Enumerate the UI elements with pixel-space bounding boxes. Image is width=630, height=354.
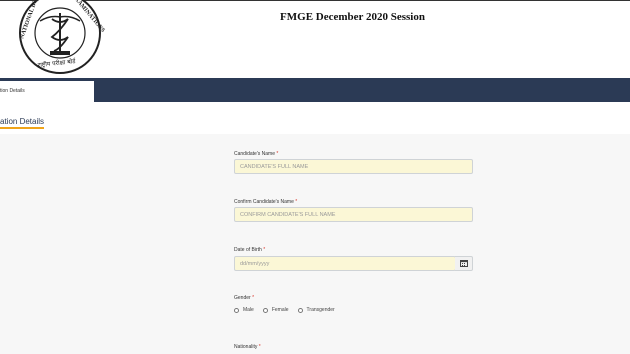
calendar-icon <box>459 260 468 267</box>
gender-option-label: Male <box>243 307 254 313</box>
gender-option-label: Female <box>271 307 289 313</box>
radio-button[interactable] <box>297 307 303 313</box>
gender-radio-group: Male Female Transgender <box>234 307 344 313</box>
page-header: NATIONAL BO EXAMINATIONS राष्ट्रीय परीक्… <box>0 0 630 79</box>
gender-option-female[interactable]: Female <box>262 307 289 313</box>
gender-option-label: Transgender <box>306 307 335 313</box>
calendar-button[interactable] <box>455 256 473 271</box>
gender-option-transgender[interactable]: Transgender <box>297 307 335 313</box>
required-mark: * <box>258 344 261 350</box>
confirm-name-input[interactable] <box>234 207 473 222</box>
required-mark: * <box>263 247 266 253</box>
section-title: ation Details <box>0 117 45 129</box>
confirm-name-label: Confirm Candidate's Name * <box>234 199 297 205</box>
radio-button[interactable] <box>262 307 268 313</box>
candidate-name-input[interactable] <box>234 159 473 174</box>
radio-button[interactable] <box>234 307 239 313</box>
confirm-name-label-text: Confirm Candidate's Name <box>234 199 294 205</box>
top-navbar <box>0 78 630 102</box>
gender-option-male[interactable]: Male <box>234 307 254 313</box>
dob-label: Date of Birth * <box>234 247 265 253</box>
dob-input[interactable] <box>234 256 456 271</box>
candidate-name-label-text: Candidate's Name <box>234 151 275 157</box>
nationality-label: Nationality * <box>234 344 261 350</box>
dob-label-text: Date of Birth <box>234 247 262 253</box>
candidate-name-label: Candidate's Name * <box>234 151 278 157</box>
required-mark: * <box>295 199 298 205</box>
gender-label: Gender * <box>234 295 254 301</box>
required-mark: * <box>276 151 279 157</box>
exam-title: FMGE December 2020 Session <box>280 11 425 23</box>
gender-label-text: Gender <box>234 295 251 301</box>
nbe-logo: NATIONAL BO EXAMINATIONS राष्ट्रीय परीक्… <box>19 0 106 74</box>
nationality-label-text: Nationality <box>234 344 258 350</box>
tab-application-details[interactable]: tion Details <box>0 81 94 102</box>
required-mark: * <box>252 295 255 301</box>
